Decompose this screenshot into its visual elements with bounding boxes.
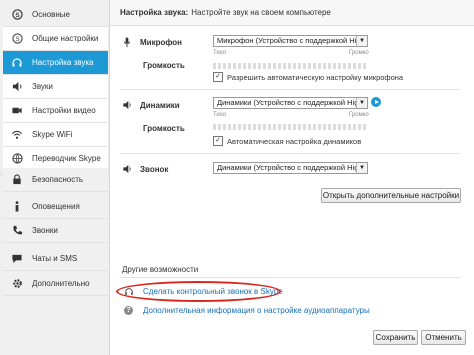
other-options-title: Другие возможности: [122, 265, 199, 274]
microphone-icon: [120, 37, 134, 48]
sidebar-item-general-settings[interactable]: S Общие настройки: [3, 27, 108, 51]
lock-icon: [11, 174, 23, 186]
checkbox-label: Автоматическая настройка динамиков: [227, 136, 362, 146]
sidebar-item-notifications[interactable]: Оповещения: [3, 195, 108, 219]
sidebar-item-audio-settings[interactable]: Настройка звука: [3, 51, 108, 75]
sidebar-item-sounds[interactable]: Звуки: [3, 75, 108, 99]
scale-max-label: Громко: [349, 50, 369, 56]
sidebar-item-label: Настройки видео: [32, 106, 96, 115]
speakers-row: Динамики: [120, 100, 180, 110]
save-button[interactable]: Сохранить: [373, 330, 418, 345]
sidebar-item-label: Звуки: [32, 82, 53, 91]
sidebar-item-label: Общие настройки: [32, 34, 99, 43]
selected-value: Динамики (Устройство с поддержкой High: [217, 98, 363, 107]
speakers-label: Динамики: [140, 100, 180, 110]
chevron-down-icon: ▼: [356, 98, 367, 108]
ringer-row: Звонок: [120, 164, 168, 174]
checkmark-icon: ✓: [213, 72, 223, 82]
sidebar-item-label: Безопасность: [32, 175, 84, 184]
ringer-label: Звонок: [140, 164, 169, 174]
sidebar-item-label: Основные: [32, 10, 70, 19]
sidebar-item-calls[interactable]: Звонки: [3, 219, 108, 243]
wifi-icon: [11, 129, 23, 141]
page-header: Настройка звука: Настройте звук на своем…: [110, 0, 474, 26]
headset-icon: [11, 57, 23, 69]
sidebar-item-label: Skype WiFi: [32, 130, 73, 139]
speakers-auto-checkbox[interactable]: ✓ Автоматическая настройка динамиков: [213, 136, 361, 146]
ringer-device-select[interactable]: Динамики (Устройство с поддержкой High ▼: [213, 162, 368, 174]
scale-min-label: Тихо: [213, 112, 227, 118]
selected-value: Микрофон (Устройство с поддержкой Hig: [217, 36, 361, 45]
sidebar-item-label: Дополнительно: [32, 279, 90, 288]
sidebar-item-general[interactable]: S Основные: [3, 3, 108, 27]
gear-icon: [11, 278, 23, 290]
speakers-volume-slider[interactable]: [213, 124, 368, 130]
speaker-icon: [120, 100, 134, 110]
headset-icon: [124, 287, 134, 299]
open-advanced-settings-button[interactable]: Открыть дополнительные настройки: [321, 188, 461, 203]
audio-info-link[interactable]: Дополнительная информация о настройке ау…: [143, 306, 370, 315]
page-title: Настройка звука:: [120, 8, 189, 17]
skype-icon: S: [11, 33, 23, 45]
scale-min-label: Тихо: [213, 50, 227, 56]
sidebar-item-video-settings[interactable]: Настройки видео: [3, 99, 108, 123]
microphone-volume-slider[interactable]: [213, 63, 368, 69]
sidebar-item-skype-wifi[interactable]: Skype WiFi: [3, 123, 108, 147]
scale-max-label: Громко: [349, 112, 369, 118]
info-icon: [11, 201, 23, 213]
speakers-volume-label: Громкость: [143, 124, 185, 133]
sidebar-item-advanced[interactable]: Дополнительно: [3, 272, 108, 296]
svg-text:S: S: [15, 12, 20, 19]
speaker-icon: [120, 164, 134, 174]
checkmark-icon: ✓: [213, 136, 223, 146]
microphone-auto-checkbox[interactable]: ✓ Разрешить автоматическую настройку мик…: [213, 72, 403, 82]
test-call-link[interactable]: Сделать контрольный звонок в Skype: [143, 287, 283, 296]
page-subtitle: Настройте звук на своем компьютере: [191, 8, 331, 17]
microphone-row: Микрофон: [120, 37, 182, 48]
sidebar-item-label: Звонки: [32, 226, 58, 235]
help-icon: ?: [124, 306, 133, 315]
chevron-down-icon: ▼: [356, 163, 367, 173]
speakers-device-select[interactable]: Динамики (Устройство с поддержкой High ▼: [213, 97, 368, 109]
skype-logo-icon: S: [11, 9, 23, 21]
divider: [120, 277, 460, 278]
sidebar-item-label: Переводчик Skype: [32, 154, 101, 163]
video-camera-icon: [11, 105, 23, 117]
chevron-down-icon: ▼: [356, 36, 367, 46]
svg-text:S: S: [15, 36, 19, 43]
microphone-volume-label: Громкость: [143, 61, 185, 70]
sidebar: S Основные S Общие настройки Настройка з…: [0, 0, 110, 355]
checkbox-label: Разрешить автоматическую настройку микро…: [227, 72, 404, 82]
globe-icon: [11, 153, 23, 165]
divider: [120, 89, 460, 90]
cancel-button[interactable]: Отменить: [421, 330, 466, 345]
phone-icon: [11, 225, 23, 237]
play-test-sound-icon[interactable]: [371, 97, 381, 107]
chat-bubble-icon: [11, 253, 23, 265]
speaker-icon: [11, 81, 23, 93]
selected-value: Динамики (Устройство с поддержкой High: [217, 163, 363, 172]
divider: [120, 153, 460, 154]
sidebar-item-security[interactable]: Безопасность: [3, 168, 108, 192]
microphone-label: Микрофон: [140, 38, 182, 47]
sidebar-item-label: Оповещения: [32, 202, 80, 211]
sidebar-item-chats-sms[interactable]: Чаты и SMS: [3, 247, 108, 271]
sidebar-item-label: Чаты и SMS: [32, 254, 78, 263]
microphone-device-select[interactable]: Микрофон (Устройство с поддержкой Hig ▼: [213, 35, 368, 47]
sidebar-item-label: Настройка звука: [32, 58, 94, 67]
